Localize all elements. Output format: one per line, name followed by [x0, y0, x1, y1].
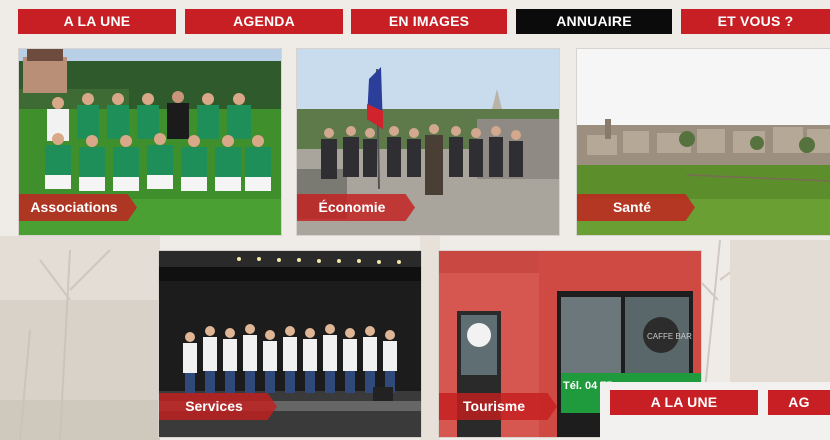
tile-sante[interactable]: Santé [576, 48, 830, 236]
secondary-tab-agenda[interactable]: AG [768, 390, 830, 415]
tab-a-la-une[interactable]: A LA UNE [18, 9, 176, 34]
secondary-tab-a-la-une[interactable]: A LA UNE [610, 390, 758, 415]
tile-label-economie[interactable]: Économie [297, 194, 415, 221]
tab-annuaire[interactable]: ANNUAIRE [516, 9, 672, 34]
tile-services[interactable]: Services [158, 250, 422, 438]
tab-agenda[interactable]: AGENDA [185, 9, 343, 34]
secondary-nav: A LA UNE AG [600, 382, 830, 440]
tile-label-associations[interactable]: Associations [19, 194, 137, 221]
tile-label-sante[interactable]: Santé [577, 194, 695, 221]
tile-label-tourisme[interactable]: Tourisme [439, 393, 557, 420]
tab-et-vous[interactable]: ET VOUS ? [681, 9, 830, 34]
tab-en-images[interactable]: EN IMAGES [351, 9, 507, 34]
tile-label-services[interactable]: Services [159, 393, 277, 420]
tile-associations[interactable]: Associations [18, 48, 282, 236]
tile-economie[interactable]: Économie [296, 48, 560, 236]
svg-text:CAFFE BAR: CAFFE BAR [647, 332, 692, 341]
